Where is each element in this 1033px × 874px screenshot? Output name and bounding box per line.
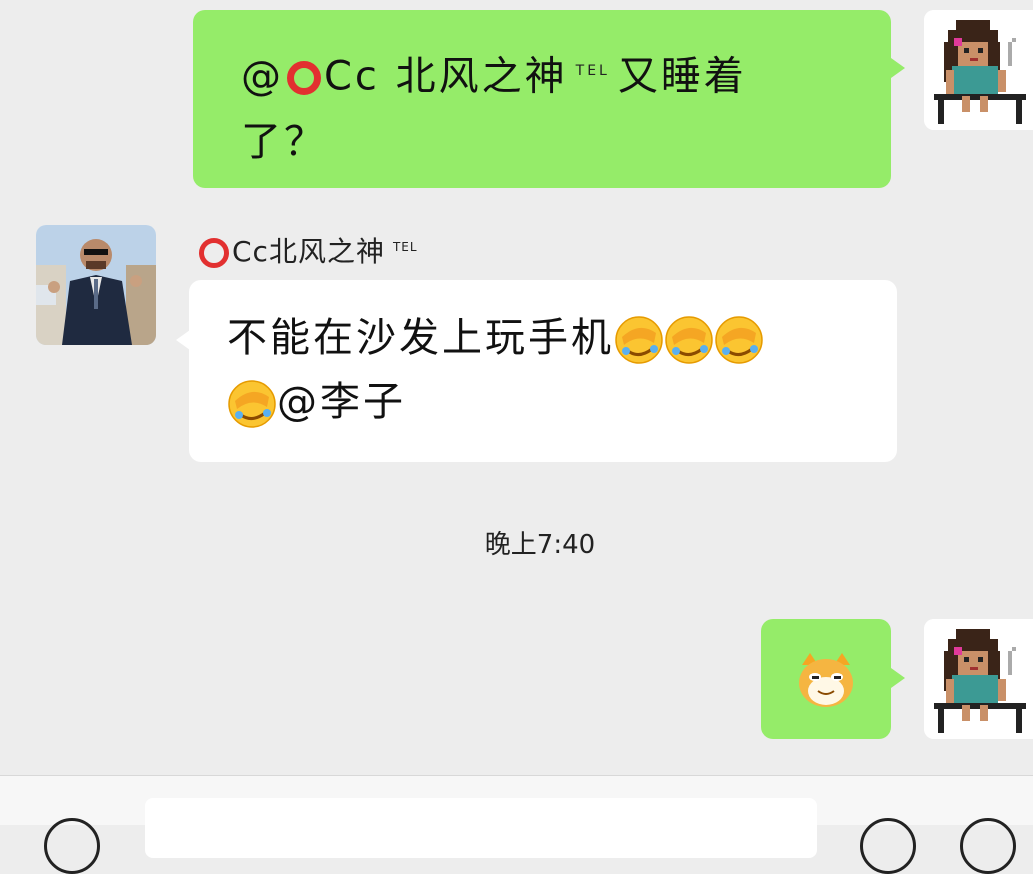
red-circle-icon: [287, 61, 321, 96]
chat-area: @ Cc 北风之神 TEL 又睡着 了？ Cc北风之神 TEL 不能在沙发上玩手…: [0, 0, 1033, 775]
emoji-button[interactable]: [860, 818, 916, 874]
own-message-bubble[interactable]: @ Cc 北风之神 TEL 又睡着 了？: [193, 10, 891, 188]
message-text: 不能在沙发上玩手机 @李子: [227, 306, 867, 434]
timestamp: 晚上7:40: [484, 530, 596, 560]
message-line1: 不能在沙发上玩手机: [227, 315, 614, 361]
mention-lizi: @李子: [277, 379, 406, 425]
message-line2: 了？: [241, 119, 327, 166]
own-avatar[interactable]: [924, 619, 1033, 739]
sender-name-text: Cc北风之神: [232, 235, 385, 268]
facepalm-laugh-emoji-icon: [228, 380, 276, 428]
voice-toggle-button[interactable]: [44, 818, 100, 874]
tel-badge: TEL: [575, 63, 610, 79]
message-text: @ Cc 北风之神 TEL 又睡着 了？: [241, 38, 851, 175]
doge-cat-sticker-icon: [799, 653, 853, 707]
pixel-girl-avatar-icon: [924, 619, 1033, 739]
bubble-tail: [891, 58, 905, 78]
mention-at: @: [241, 53, 284, 100]
facepalm-laugh-emoji-icon: [665, 316, 713, 364]
other-message-bubble[interactable]: 不能在沙发上玩手机 @李子: [189, 280, 897, 462]
message-input[interactable]: [145, 798, 817, 858]
facepalm-laugh-emoji-icon: [715, 316, 763, 364]
man-in-suit-avatar-icon: [36, 225, 156, 345]
message-line1: 又睡着: [617, 53, 747, 100]
red-circle-icon: [199, 238, 229, 268]
bubble-tail: [176, 330, 190, 350]
input-bar: [0, 775, 1033, 874]
bubble-tail: [891, 668, 905, 688]
facepalm-laugh-emoji-icon: [615, 316, 663, 364]
sender-avatar[interactable]: [36, 225, 156, 345]
plus-button[interactable]: [960, 818, 1016, 874]
mention-name: Cc 北风之神: [324, 53, 568, 100]
own-sticker-bubble[interactable]: [761, 619, 891, 739]
sender-name: Cc北风之神 TEL: [196, 230, 426, 270]
pixel-girl-avatar-icon: [924, 10, 1033, 130]
own-avatar[interactable]: [924, 10, 1033, 130]
tel-badge: TEL: [392, 239, 418, 254]
